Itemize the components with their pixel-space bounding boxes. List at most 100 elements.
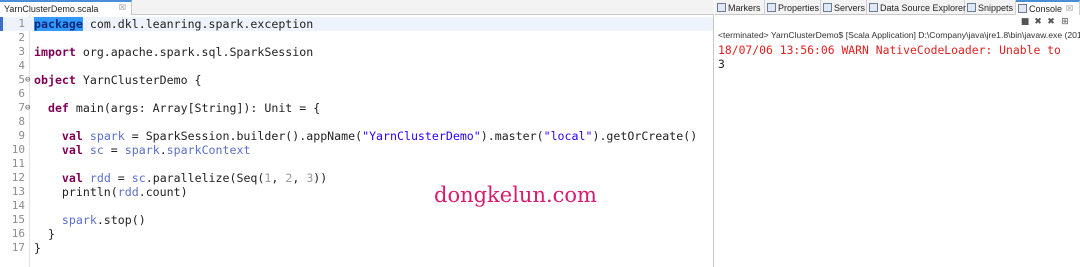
selected-keyword: package — [34, 17, 83, 31]
tab-markers[interactable]: Markers — [715, 0, 765, 15]
editor-tab-bar: YarnClusterDemo.scala ☒ — [0, 0, 714, 15]
code-text: val rdd = sc.parallelize(Seq(1, 2, 3)) — [34, 171, 327, 185]
properties-icon — [767, 3, 776, 12]
code-variable: spark — [124, 143, 160, 157]
code-text: println(rdd.count) — [34, 185, 188, 199]
line-number: 15 — [11, 213, 25, 226]
code-text: val sc = spark.sparkContext — [34, 143, 251, 157]
tab-label: Properties — [778, 2, 820, 13]
code-line[interactable]: 5 ⊖ object YarnClusterDemo { — [0, 73, 713, 87]
line-number: 11 — [11, 157, 25, 170]
line-number: 5 — [18, 73, 25, 86]
console-warn-line: 18/07/06 13:56:06 WARN NativeCodeLoader:… — [718, 43, 1061, 57]
code-text: package com.dkl.leanring.spark.exception — [34, 17, 313, 31]
code-variable: rdd — [89, 171, 111, 185]
code-token: ).master( — [480, 129, 544, 143]
code-line[interactable]: 7 ⊖ def main(args: Array[String]): Unit … — [0, 101, 713, 115]
code-token: = SparkSession.builder().appName( — [124, 129, 363, 143]
tab-label: Data Source Explorer — [880, 2, 967, 13]
close-icon[interactable]: ☒ — [1066, 4, 1073, 13]
servers-icon — [823, 3, 832, 12]
code-line[interactable]: 14 — [0, 199, 713, 213]
tab-servers[interactable]: Servers — [821, 0, 867, 15]
code-text: spark.stop() — [34, 213, 146, 227]
code-variable: sc — [131, 171, 146, 185]
code-keyword: val — [61, 143, 83, 157]
code-line[interactable]: 3 import org.apache.spark.sql.SparkSessi… — [0, 45, 713, 59]
code-line[interactable]: 15 spark.stop() — [0, 213, 713, 227]
code-line[interactable]: 11 — [0, 157, 713, 171]
code-token: , — [292, 171, 307, 185]
tab-snippets[interactable]: Snippets — [965, 0, 1016, 15]
code-token: .stop() — [96, 213, 146, 227]
line-number: 14 — [11, 199, 25, 212]
console-output-line: 3 — [718, 57, 725, 71]
tab-label: Snippets — [978, 2, 1014, 13]
code-line[interactable]: 2 — [0, 31, 713, 45]
code-keyword: val — [61, 171, 83, 185]
code-line[interactable]: 16 } — [0, 227, 713, 241]
line-number: 16 — [11, 227, 25, 240]
console-process-label: <terminated> YarnClusterDemo$ [Scala App… — [718, 30, 1080, 40]
code-line[interactable]: 6 — [0, 87, 713, 101]
code-token: = — [110, 171, 132, 185]
line-number: 7 — [18, 101, 25, 114]
code-keyword: import — [34, 45, 76, 59]
remove-all-icon[interactable]: ✖ — [1046, 17, 1056, 27]
line-number: 17 — [11, 241, 25, 254]
watermark-text: dongkelun.com — [434, 183, 597, 207]
code-line[interactable]: 13 println(rdd.count) — [0, 185, 713, 199]
code-string: "local" — [543, 129, 593, 143]
fold-toggle-icon[interactable]: ⊖ — [25, 73, 33, 87]
code-editor[interactable]: 1 package com.dkl.leanring.spark.excepti… — [0, 15, 713, 267]
tab-label: Markers — [728, 2, 761, 13]
line-number: 6 — [18, 87, 25, 100]
display-console-icon[interactable]: ⊞ — [1060, 17, 1070, 27]
tab-properties[interactable]: Properties — [765, 0, 821, 15]
code-line[interactable]: 10 val sc = spark.sparkContext — [0, 143, 713, 157]
code-line[interactable]: 1 package com.dkl.leanring.spark.excepti… — [0, 17, 713, 31]
line-number: 12 — [11, 171, 25, 184]
code-text: val spark = SparkSession.builder().appNa… — [34, 129, 697, 143]
console-pane: Markers Properties Servers Data Source E… — [715, 0, 1080, 267]
code-text: import org.apache.spark.sql.SparkSession — [34, 45, 313, 59]
code-token: .parallelize(Seq( — [145, 171, 265, 185]
remove-launch-icon[interactable]: ✖ — [1033, 17, 1043, 27]
tab-data-source-explorer[interactable]: Data Source Explorer — [867, 0, 967, 15]
code-variable: spark — [89, 129, 125, 143]
console-toolbar: ■ ✖ ✖ ⊞ — [715, 15, 1080, 29]
fold-toggle-icon[interactable]: ⊖ — [25, 101, 33, 115]
editor-pane: YarnClusterDemo.scala ☒ 1 package com.dk… — [0, 0, 714, 267]
code-token: . — [159, 143, 167, 157]
editor-tab-yarnclusterdemo[interactable]: YarnClusterDemo.scala ☒ — [0, 0, 132, 15]
line-number: 1 — [18, 17, 25, 30]
code-text: def main(args: Array[String]): Unit = { — [34, 101, 320, 115]
code-variable: sparkContext — [166, 143, 251, 157]
code-string: "YarnClusterDemo" — [362, 129, 481, 143]
terminate-icon[interactable]: ■ — [1020, 17, 1030, 27]
code-line[interactable]: 17 } — [0, 241, 713, 255]
code-token: .count) — [138, 185, 188, 199]
code-token: YarnClusterDemo { — [75, 73, 202, 87]
code-text: object YarnClusterDemo { — [34, 73, 202, 87]
close-icon[interactable]: ☒ — [119, 3, 126, 12]
code-token: com.dkl.leanring.spark.exception — [82, 17, 314, 31]
tab-console[interactable]: Console ☒ — [1016, 0, 1080, 15]
code-variable: spark — [61, 213, 97, 227]
line-number: 9 — [18, 129, 25, 142]
code-line[interactable]: 4 — [0, 59, 713, 73]
code-token: org.apache.spark.sql.SparkSession — [75, 45, 314, 59]
code-line[interactable]: 12 val rdd = sc.parallelize(Seq(1, 2, 3)… — [0, 171, 713, 185]
code-line[interactable]: 8 — [0, 115, 713, 129]
code-line[interactable]: 9 val spark = SparkSession.builder().app… — [0, 129, 713, 143]
code-keyword: object — [34, 73, 76, 87]
line-number: 10 — [11, 143, 25, 156]
